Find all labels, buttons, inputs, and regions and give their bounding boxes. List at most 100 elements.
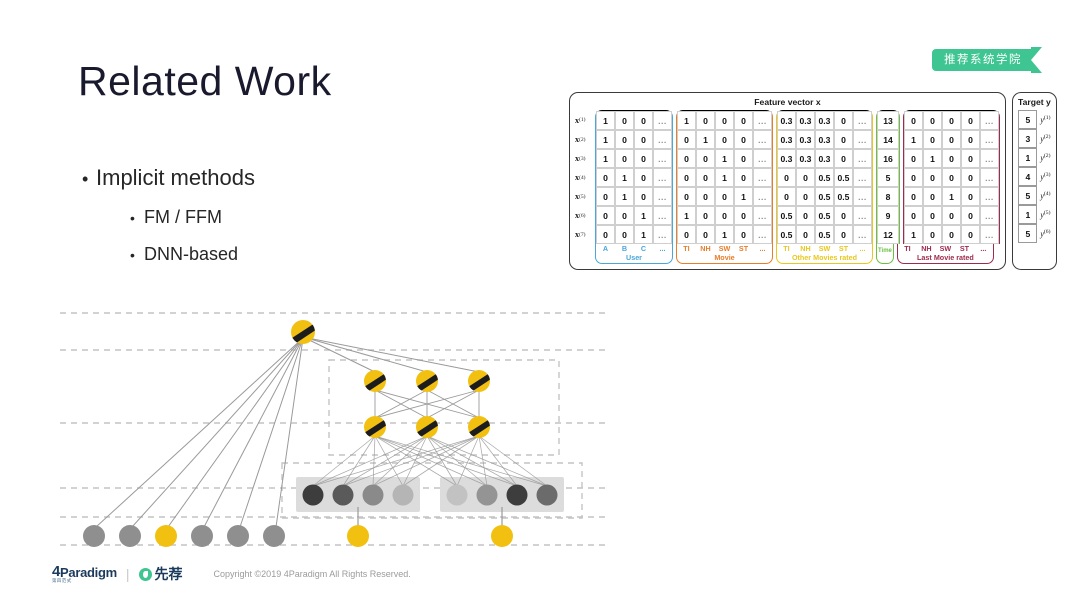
feature-cell: 0 [634,149,653,168]
feature-cell: 0 [904,187,923,206]
feature-cell: 0 [904,149,923,168]
feature-group-movie: 0 0 0 1... [676,187,773,206]
feature-cell: ... [980,111,999,130]
feature-cell: 0.5 [777,206,796,225]
bullet-level2-fm: • FM / FFM [130,207,255,228]
hidden1-node-1 [416,416,438,438]
feature-cell: 0 [615,206,634,225]
row-label: x (6) [575,211,586,220]
feature-cell: 0.5 [777,225,796,244]
bullet-dot-icon: • [130,210,135,226]
feature-cell: 0 [961,111,980,130]
embedding-node-3 [392,484,414,506]
feature-group-user: 1 0 0... [595,149,673,168]
feature-group-time: 5 [876,168,900,187]
target-row: 5 y(1) [1018,110,1050,129]
target-panel: Target y 5 y(1) 3 y(2) 1 y(2) 4 y(3) 5 y(4) 1 y(5) 5… [1012,92,1057,270]
feature-cell: 0 [696,206,715,225]
feature-cell: 0 [596,187,615,206]
feature-cell: 0.5 [815,168,834,187]
group-header-cell: ... [659,244,666,253]
feature-cell: 0 [734,225,753,244]
target-row: 4 y(3) [1018,167,1050,186]
feature-vector-row: x (3) 1 0 0... 0 0 1 0... 0.3 0.3 0.3 0... 16 0 1 0 0... [575,149,1000,168]
group-header-row: TI NH SW ST... [777,244,872,253]
group-header-cell: SW [939,244,952,253]
input-node-5 [263,525,285,547]
embedding-node-1 [332,484,354,506]
group-name-label: Time [878,248,892,254]
feature-group-movie: 0 1 0 0... [676,130,773,149]
group-header-cell: ST [959,244,969,253]
feature-cell: 0 [904,206,923,225]
bullet-level2-dnn-label: DNN-based [144,244,239,264]
feature-cell: 0 [961,225,980,244]
group-header-cell: TI [683,244,690,253]
feature-cell: 0 [923,206,942,225]
feature-cell: 0 [942,206,961,225]
feature-cell: ... [653,225,672,244]
feature-cell: 0 [923,168,942,187]
feature-cell: 0 [904,168,923,187]
feature-cell: 0 [634,111,653,130]
feature-cell: 0 [715,111,734,130]
feature-cell: 1 [923,149,942,168]
target-row: 5 y(4) [1018,186,1050,205]
group-header-cell: NH [700,244,711,253]
feature-cell: 1 [615,187,634,206]
feature-group-user: 0 0 1... [595,225,673,244]
hidden1-node-0 [364,416,386,438]
feature-group-movie: 0 0 1 0... [676,149,773,168]
feature-cell: 0 [796,225,815,244]
feature-cell: 1 [615,168,634,187]
group-label-other-movies-rated: TI NH SW ST... Other Movies rated [776,244,873,264]
feature-cell: 1 [904,130,923,149]
feature-cell: 0 [634,130,653,149]
feature-cell: 1 [634,225,653,244]
hidden2-node-1 [416,370,438,392]
feature-cell: 0.3 [777,149,796,168]
feature-cell: ... [753,206,772,225]
group-header-cell: ST [838,244,849,253]
feature-cell: 0 [677,168,696,187]
feature-cell: 0 [834,149,853,168]
feature-cell: 1 [715,168,734,187]
feature-group-time: 13 [876,110,900,130]
bullet-level1: • Implicit methods [82,165,255,191]
feature-vector-row: x (1) 1 0 0... 1 0 0 0... 0.3 0.3 0.3 0... 13 0 0 0 0... [575,110,1000,130]
feature-group-time: 16 [876,149,900,168]
feature-cell: 0 [615,225,634,244]
feature-cell: 0.5 [834,187,853,206]
feature-cell: ... [980,206,999,225]
feature-cell: ... [753,168,772,187]
group-header-cell: C [640,244,647,253]
feature-cell: 0 [615,130,634,149]
dnn-diagram-svg [60,312,605,547]
feature-cell: 0 [696,111,715,130]
embedding-node-7 [536,484,558,506]
feature-group-time: 12 [876,225,900,244]
feature-group-last-movie-rated: 1 0 0 0... [903,130,1000,149]
ribbon-label: 推荐系统学院 [932,49,1031,71]
feature-group-other-movies-rated: 0.3 0.3 0.3 0... [776,130,873,149]
feature-group-movie: 1 0 0 0... [676,206,773,225]
feature-group-user: 0 1 0... [595,187,673,206]
bullet-list: • Implicit methods • FM / FFM • DNN-base… [82,165,255,281]
feature-cell: 0.5 [815,225,834,244]
paradigm-logo-text: 4 Paradigm [52,564,117,579]
feature-cell: ... [653,130,672,149]
xianjian-logo-label: 先荐 [154,567,183,583]
row-label: x (2) [575,135,586,144]
feature-group-user: 0 0 1... [595,206,673,225]
feature-cell: 0 [961,149,980,168]
feature-vector-figure: Feature vector x x (1) 1 0 0... 1 0 0 0... 0.3 0.3… [569,92,1057,270]
feature-cell: 0 [961,130,980,149]
feature-cell: 12 [877,225,899,244]
bullet-dot-icon: • [82,169,89,189]
feature-group-user: 1 0 0... [595,130,673,149]
feature-cell: ... [853,111,872,130]
input-node-4 [227,525,249,547]
feature-group-movie: 1 0 0 0... [676,110,773,130]
feature-cell: ... [653,111,672,130]
feature-group-last-movie-rated: 0 0 0 0... [903,168,1000,187]
